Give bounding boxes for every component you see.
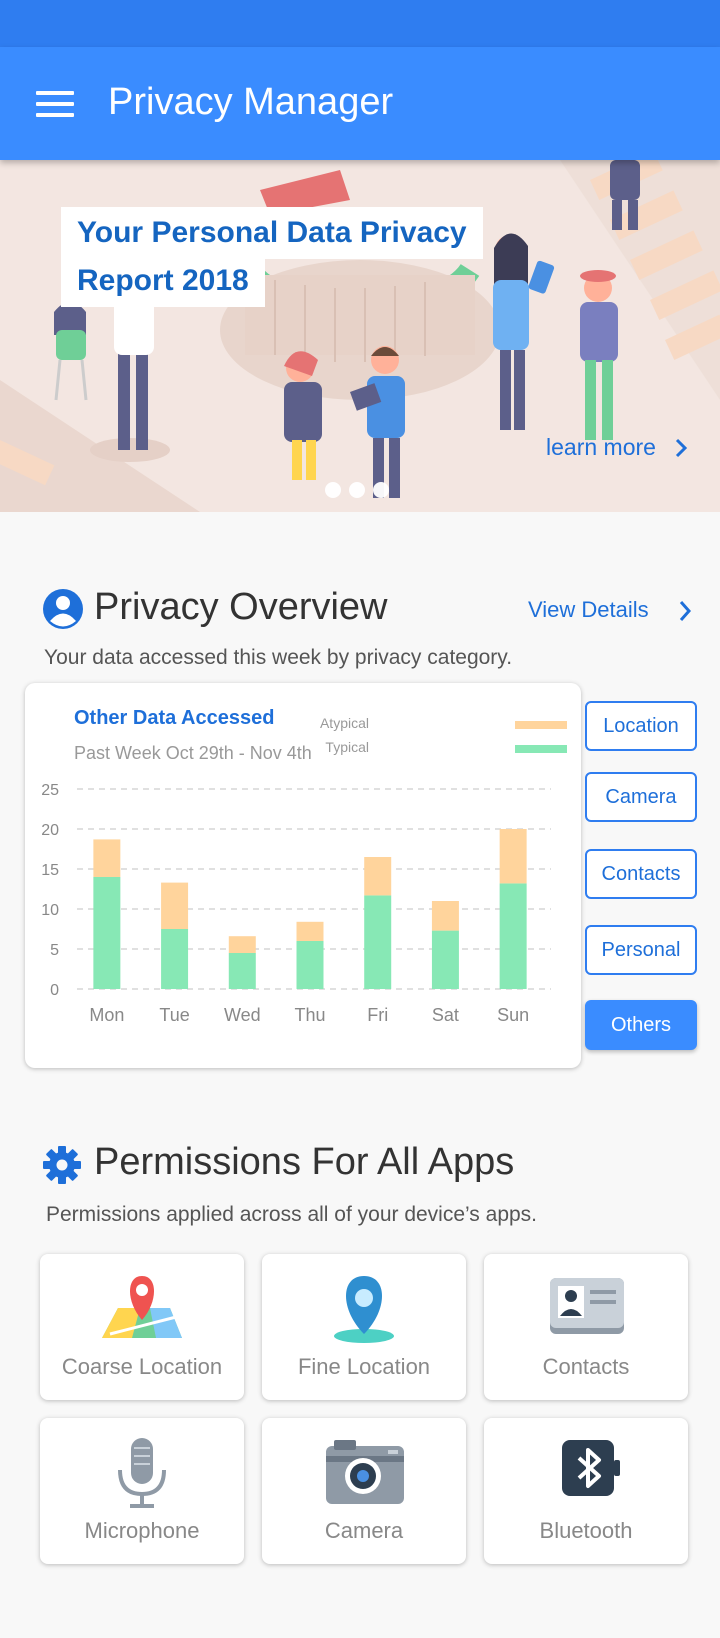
x-tick-label: Sat xyxy=(432,1005,459,1025)
carousel-dot[interactable] xyxy=(349,482,365,498)
camera-icon xyxy=(326,1440,404,1504)
bar-typical-tue xyxy=(161,929,189,989)
chevron-right-icon xyxy=(675,438,688,458)
chevron-right-icon xyxy=(679,601,692,621)
bar-atypical-thu xyxy=(296,921,324,941)
banner-title-line-2: Report 2018 xyxy=(61,255,265,307)
bar-atypical-sun xyxy=(499,829,527,884)
y-tick-label: 20 xyxy=(41,822,59,839)
bar-atypical-fri xyxy=(364,857,392,896)
app-title: Privacy Manager xyxy=(108,81,394,123)
category-button-contacts[interactable]: Contacts xyxy=(585,849,697,899)
contact-card-icon xyxy=(550,1278,624,1334)
map-pin-icon xyxy=(102,1276,182,1338)
banner-title: Your Personal Data Privacy Report 2018 xyxy=(61,207,483,309)
carousel-dot[interactable] xyxy=(373,482,389,498)
x-tick-label: Thu xyxy=(294,1005,325,1025)
permission-label: Bluetooth xyxy=(539,1518,633,1543)
status-bar xyxy=(0,0,720,47)
permissions-subtitle: Permissions applied across all of your d… xyxy=(46,1203,538,1226)
app-bar: Privacy Manager xyxy=(0,47,720,160)
permission-label: Fine Location xyxy=(297,1354,431,1379)
y-tick-label: 15 xyxy=(41,862,59,879)
privacy-overview-title: Privacy Overview xyxy=(94,586,388,628)
view-details-link[interactable]: View Details xyxy=(528,597,692,623)
account-circle-icon xyxy=(43,589,83,629)
bar-typical-sun xyxy=(499,883,527,989)
permission-tile-bluetooth[interactable]: Bluetooth xyxy=(484,1418,688,1564)
category-button-location[interactable]: Location xyxy=(585,701,697,751)
permission-tile-coarse-location[interactable]: Coarse Location xyxy=(40,1254,244,1400)
location-pin-icon xyxy=(334,1276,394,1343)
banner-title-line-1: Your Personal Data Privacy xyxy=(61,207,483,259)
privacy-overview-subtitle: Your data accessed this week by privacy … xyxy=(44,646,513,669)
y-tick-label: 25 xyxy=(41,782,59,799)
bar-atypical-mon xyxy=(93,839,121,877)
category-button-others[interactable]: Others xyxy=(585,1000,697,1050)
permission-label: Coarse Location xyxy=(61,1354,223,1379)
bar-atypical-sat xyxy=(431,901,459,931)
permission-label: Camera xyxy=(324,1518,404,1543)
view-details-label: View Details xyxy=(528,597,649,622)
x-tick-label: Sun xyxy=(497,1005,529,1025)
permissions-title: Permissions For All Apps xyxy=(94,1141,515,1183)
learn-more-label: learn more xyxy=(546,434,656,460)
gear-icon xyxy=(43,1146,81,1184)
learn-more-link[interactable]: learn more xyxy=(546,434,688,461)
carousel-dot[interactable] xyxy=(325,482,341,498)
permission-label: Contacts xyxy=(542,1354,630,1379)
y-tick-label: 5 xyxy=(50,942,59,959)
x-tick-label: Tue xyxy=(159,1005,189,1025)
category-button-camera[interactable]: Camera xyxy=(585,772,697,822)
bar-typical-fri xyxy=(364,895,392,989)
y-tick-label: 0 xyxy=(50,982,59,999)
permission-label: Microphone xyxy=(84,1518,200,1543)
bar-typical-thu xyxy=(296,941,324,989)
bar-typical-wed xyxy=(228,953,256,989)
carousel-dots xyxy=(325,482,397,503)
bluetooth-icon xyxy=(562,1440,620,1496)
x-tick-label: Wed xyxy=(224,1005,261,1025)
report-banner[interactable]: Your Personal Data Privacy Report 2018 l… xyxy=(0,160,720,512)
bar-atypical-wed xyxy=(228,936,256,953)
stacked-bar-chart: 25 20 15 10 5 0 Mon Tue Wed Thu Fri Sat Sun xyxy=(41,782,551,1025)
permission-tile-fine-location[interactable]: Fine Location xyxy=(262,1254,466,1400)
permission-tile-camera[interactable]: Camera xyxy=(262,1418,466,1564)
category-button-personal[interactable]: Personal xyxy=(585,925,697,975)
permission-tile-contacts[interactable]: Contacts xyxy=(484,1254,688,1400)
permission-tile-microphone[interactable]: Microphone xyxy=(40,1418,244,1564)
bar-typical-mon xyxy=(93,877,121,989)
menu-icon[interactable] xyxy=(36,91,74,117)
y-tick-label: 10 xyxy=(41,902,59,919)
bar-atypical-tue xyxy=(161,882,189,929)
x-tick-label: Fri xyxy=(367,1005,388,1025)
bar-typical-sat xyxy=(431,930,459,989)
microphone-icon xyxy=(118,1438,166,1508)
x-tick-label: Mon xyxy=(89,1005,124,1025)
data-access-chart-card: Other Data Accessed Past Week Oct 29th -… xyxy=(25,683,581,1068)
